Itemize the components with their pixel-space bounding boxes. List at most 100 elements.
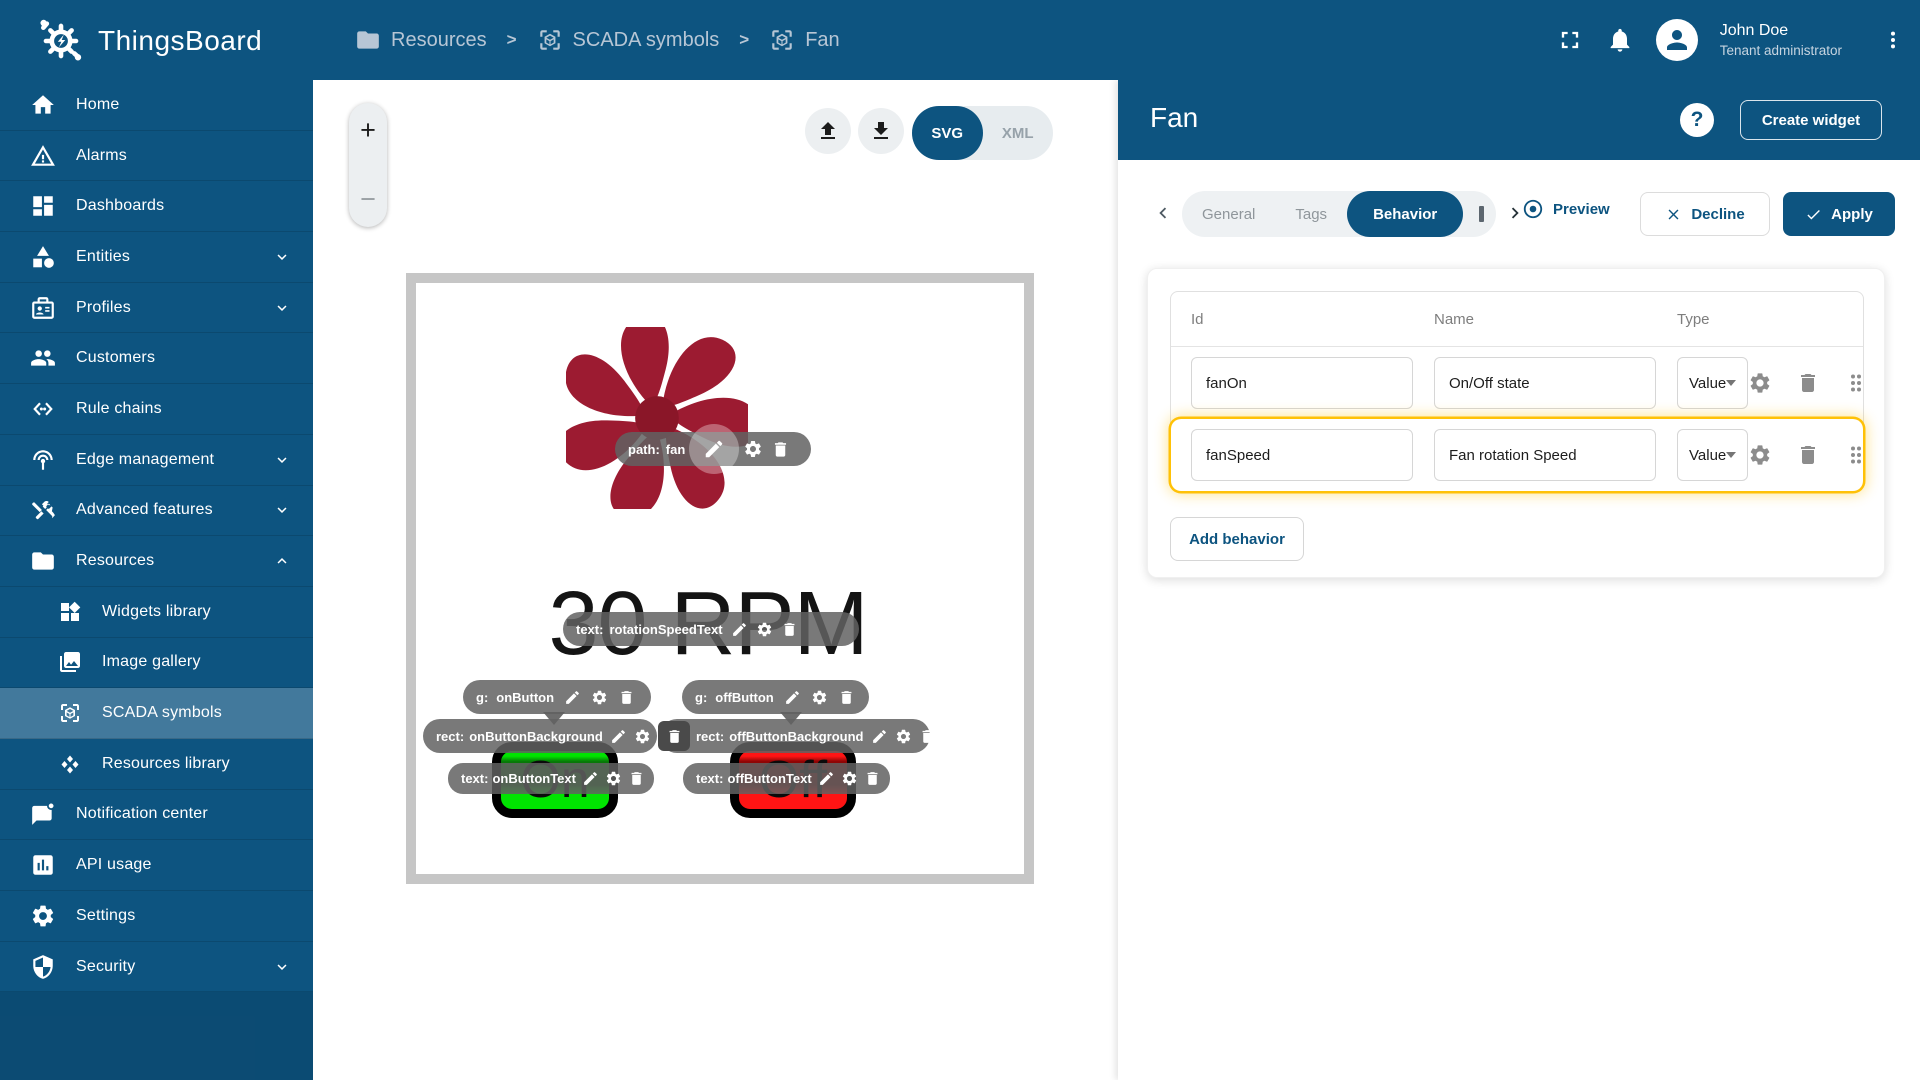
apply-button[interactable]: Apply <box>1783 192 1895 236</box>
pencil-icon[interactable] <box>731 621 748 638</box>
tag-off-button-background[interactable]: rect: offButtonBackground <box>660 719 932 753</box>
tab-behavior[interactable]: Behavior <box>1347 191 1464 237</box>
settings-gear-icon[interactable] <box>1748 371 1772 395</box>
tag-type: text: <box>696 771 724 786</box>
sidebar-item-resources[interactable]: Resources <box>0 536 313 587</box>
trash-icon[interactable] <box>628 770 645 787</box>
decline-button[interactable]: Decline <box>1640 192 1770 236</box>
add-behavior-button[interactable]: Add behavior <box>1170 517 1304 561</box>
help-button[interactable]: ? <box>1680 103 1714 137</box>
sidebar-item-api-usage[interactable]: API usage <box>0 840 313 891</box>
tabs-scroll-left-icon[interactable] <box>1152 202 1174 224</box>
sidebar-item-widgets-library[interactable]: Widgets library <box>0 587 313 638</box>
app-logo[interactable]: ThingsBoard <box>38 18 262 64</box>
breadcrumb-item-resources[interactable]: Resources <box>355 27 487 53</box>
gear-icon[interactable] <box>634 728 651 745</box>
tag-rotation-speed-text[interactable]: text: rotationSpeedText <box>563 612 859 646</box>
delete-trash-icon[interactable] <box>1796 371 1820 395</box>
sidebar-item-dashboards[interactable]: Dashboards <box>0 181 313 233</box>
gear-icon[interactable] <box>591 689 608 706</box>
user-role: Tenant administrator <box>1719 42 1842 58</box>
panel-title: Fan <box>1150 102 1199 133</box>
more-vert-icon[interactable] <box>1882 27 1904 53</box>
preview-button[interactable]: Preview <box>1522 198 1610 220</box>
sidebar-item-advanced-features[interactable]: Advanced features <box>0 486 313 537</box>
gear-icon[interactable] <box>605 770 622 787</box>
edit-button[interactable] <box>689 424 740 474</box>
fullscreen-icon[interactable] <box>1556 26 1584 54</box>
gear-icon[interactable] <box>895 728 912 745</box>
sidebar-item-security[interactable]: Security <box>0 942 313 993</box>
pencil-icon[interactable] <box>610 728 627 745</box>
tag-on-button-text[interactable]: text: onButtonText <box>448 763 654 794</box>
pencil-icon[interactable] <box>564 689 581 706</box>
sidebar-item-settings[interactable]: Settings <box>0 891 313 942</box>
pencil-icon[interactable] <box>818 770 835 787</box>
behavior-name-input[interactable] <box>1434 429 1656 481</box>
notifications-bell-icon[interactable] <box>1606 26 1634 54</box>
trash-icon[interactable] <box>771 440 790 459</box>
gear-icon[interactable] <box>811 689 828 706</box>
pencil-icon[interactable] <box>871 728 888 745</box>
breadcrumb-item-scada-symbols[interactable]: SCADA symbols <box>537 27 720 53</box>
tag-on-button-group[interactable]: g: onButton <box>463 680 651 714</box>
selected-type-value: Value <box>1689 446 1727 464</box>
gear-icon[interactable] <box>756 621 773 638</box>
trash-icon[interactable] <box>838 689 855 706</box>
upload-button[interactable] <box>805 108 851 154</box>
behavior-id-input[interactable] <box>1191 429 1413 481</box>
toggle-xml[interactable]: XML <box>983 106 1054 160</box>
pencil-icon[interactable] <box>582 770 599 787</box>
tag-off-button-text[interactable]: text: offButtonText <box>683 763 890 794</box>
sidebar-item-rule-chains[interactable]: Rule chains <box>0 384 313 435</box>
selected-type-value: Value <box>1689 374 1727 392</box>
download-button[interactable] <box>858 108 904 154</box>
gear-icon[interactable] <box>743 439 763 459</box>
sidebar-item-entities[interactable]: Entities <box>0 232 313 283</box>
breadcrumb-item-fan[interactable]: Fan <box>769 27 840 53</box>
sidebar-item-profiles[interactable]: Profiles <box>0 283 313 334</box>
tab-tags[interactable]: Tags <box>1275 206 1347 223</box>
toggle-svg[interactable]: SVG <box>912 106 983 160</box>
sidebar-item-customers[interactable]: Customers <box>0 333 313 385</box>
breadcrumb-label: Resources <box>391 28 487 51</box>
trash-button[interactable] <box>658 721 690 751</box>
tag-type: text: <box>461 771 489 786</box>
drag-handle-icon[interactable] <box>1844 371 1868 395</box>
sidebar-item-alarms[interactable]: Alarms <box>0 131 313 182</box>
settings-gear-icon[interactable] <box>1748 443 1772 467</box>
behavior-id-input[interactable] <box>1191 357 1413 409</box>
zoom-out-button[interactable]: − <box>360 186 376 213</box>
delete-trash-icon[interactable] <box>1796 443 1820 467</box>
gear-icon[interactable] <box>841 770 858 787</box>
widgets-icon <box>58 600 82 624</box>
breadcrumb-label: SCADA symbols <box>572 28 720 51</box>
zoom-in-button[interactable]: + <box>360 117 376 144</box>
trash-icon[interactable] <box>864 770 881 787</box>
sidebar-item-label: API usage <box>76 856 152 874</box>
sidebar-item-notification-center[interactable]: Notification center <box>0 790 313 841</box>
behavior-type-select[interactable]: Value <box>1677 429 1749 481</box>
sidebar-item-home[interactable]: Home <box>0 80 313 131</box>
sidebar-item-scada-symbols[interactable]: SCADA symbols <box>0 688 313 739</box>
trash-icon[interactable] <box>618 689 635 706</box>
behavior-type-select[interactable]: Value <box>1677 357 1749 409</box>
trash-icon[interactable] <box>919 728 936 745</box>
sidebar-item-edge-management[interactable]: Edge management <box>0 435 313 486</box>
tag-on-button-background[interactable]: rect: onButtonBackground <box>423 719 657 753</box>
pencil-icon[interactable] <box>784 689 801 706</box>
drag-handle-icon[interactable] <box>1844 443 1868 467</box>
trash-icon[interactable] <box>781 621 798 638</box>
avatar[interactable] <box>1655 19 1698 61</box>
scada-canvas[interactable]: 30 RPM On Off path: fan text: rotationSp… <box>416 283 1024 874</box>
breadcrumb-separator: > <box>739 30 750 49</box>
fan-graphic[interactable] <box>566 327 748 509</box>
chevron-down-icon <box>1726 452 1737 458</box>
sidebar-item-image-gallery[interactable]: Image gallery <box>0 638 313 689</box>
sidebar-item-resources-library[interactable]: Resources library <box>0 739 313 790</box>
behavior-name-input[interactable] <box>1434 357 1656 409</box>
create-widget-button[interactable]: Create widget <box>1740 100 1882 140</box>
tab-general[interactable]: General <box>1182 206 1275 223</box>
tag-path-fan[interactable]: path: fan <box>615 424 811 474</box>
tag-off-button-group[interactable]: g: offButton <box>682 680 869 714</box>
